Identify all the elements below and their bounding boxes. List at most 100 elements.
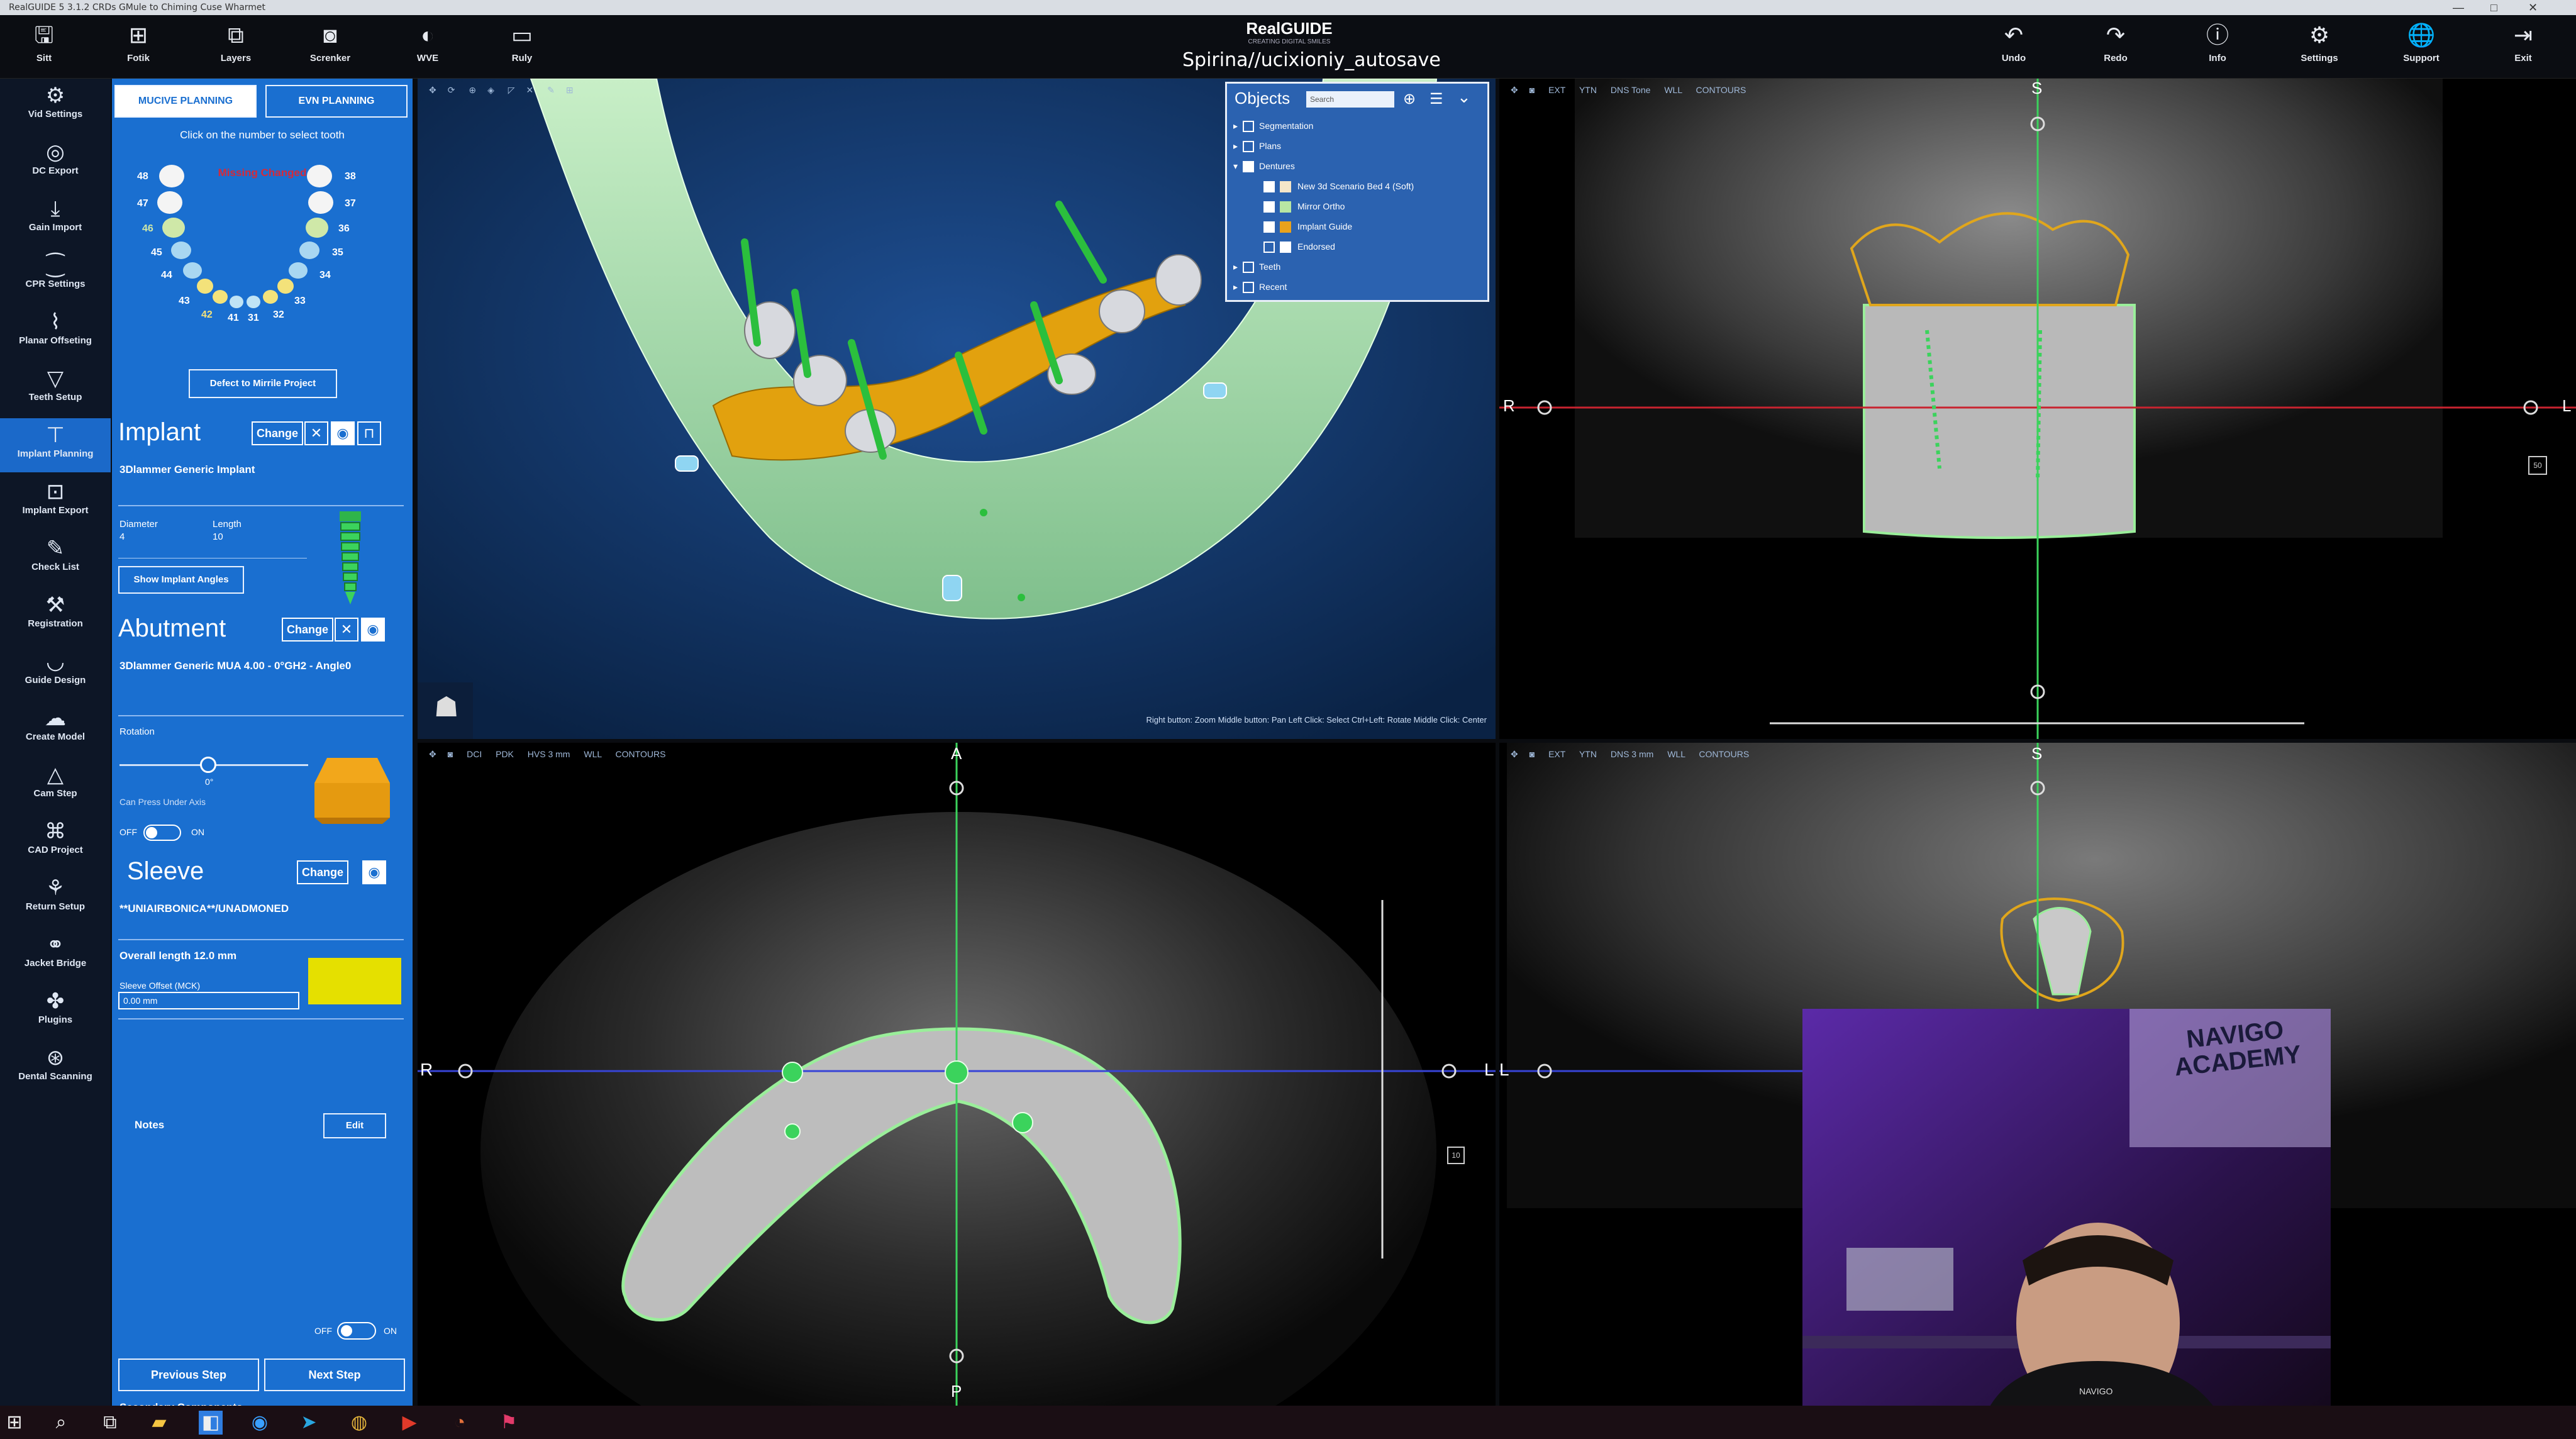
coronal-tool-wll[interactable]: WLL [1664, 85, 1682, 95]
sleeve-change-button[interactable]: Change [297, 860, 349, 884]
axial-tool-wll[interactable]: WLL [584, 749, 601, 759]
tooth-46[interactable] [162, 218, 185, 238]
axial-tool-dci[interactable]: DCI [467, 749, 482, 759]
toolbar-contrast-button[interactable]: ◐ WVE [390, 21, 465, 72]
cut-icon[interactable]: ✕ [526, 85, 534, 95]
notes-edit-button[interactable]: Edit [323, 1113, 386, 1138]
tooth-44[interactable] [183, 262, 202, 279]
target-icon[interactable]: ⊕ [1403, 90, 1416, 108]
tooth-48[interactable] [159, 165, 184, 187]
measure-icon[interactable]: ◸ [508, 85, 515, 95]
tooth-43[interactable] [197, 279, 213, 294]
toolbar-exit-button[interactable]: ⇥ Exit [2485, 21, 2561, 72]
objects-row-teeth[interactable]: ▸ Teeth [1233, 257, 1280, 276]
abutment-change-button[interactable]: Change [282, 618, 334, 642]
telegram-icon[interactable]: ➤ [297, 1411, 321, 1435]
sidebar-item-plugins[interactable]: ✤ Plugins [0, 984, 111, 1038]
coronal-tool-contours[interactable]: CONTOURS [1696, 85, 1746, 95]
objects-row-dentures[interactable]: ▾ Dentures [1233, 157, 1295, 175]
sidebar-item-vid-settings[interactable]: ⚙ Vid Settings [0, 79, 111, 133]
defect-to-mirror-project-button[interactable]: Defect to Mirrile Project [189, 369, 337, 398]
viewport-axial[interactable]: ✥ ◙ DCI PDK HVS 3 mm WLL CONTOURS A P R L… [418, 743, 1496, 1406]
toolbar-ruler-button[interactable]: ▭ Ruly [484, 21, 560, 72]
tab-evn-planning[interactable]: EVN PLANNING [265, 85, 408, 118]
tooth-33[interactable] [277, 279, 294, 294]
axial-scale-indicator[interactable]: 10 [1447, 1147, 1465, 1164]
sidebar-item-cam-step[interactable]: △ Cam Step [0, 758, 111, 812]
toolbar-redo-button[interactable]: ↷ Redo [2078, 21, 2153, 72]
tooth-38[interactable] [307, 165, 332, 187]
view-icon[interactable]: ◈ [487, 85, 494, 95]
close-button[interactable]: ✕ [2528, 0, 2538, 15]
toolbar-support-button[interactable]: 🌐 Support [2384, 21, 2459, 72]
tooth-34[interactable] [289, 262, 308, 279]
axial-ct-slice[interactable] [418, 743, 1496, 1406]
sidebar-item-implant-export[interactable]: ⊡ Implant Export [0, 475, 111, 529]
app-icon[interactable]: ◉ [248, 1411, 272, 1435]
toolbar-undo-button[interactable]: ↶ Undo [1976, 21, 2051, 72]
coronal-tool-ext[interactable]: EXT [1548, 85, 1565, 95]
sidebar-item-jacket-bridge[interactable]: ⚭ Jacket Bridge [0, 928, 111, 982]
coronal-camera-icon[interactable]: ◙ [1530, 85, 1535, 95]
objects-row-endorsed[interactable]: Endorsed [1258, 237, 1335, 256]
zoom-icon[interactable]: ⊕ [469, 85, 476, 95]
toolbar-info-button[interactable]: ⓘ Info [2180, 21, 2255, 72]
coronal-tool-ytn[interactable]: YTN [1579, 85, 1597, 95]
axial-move-icon[interactable]: ✥ [429, 749, 436, 759]
tooth-36[interactable] [306, 218, 328, 238]
sidebar-item-return-setup[interactable]: ⚘ Return Setup [0, 871, 111, 925]
sidebar-item-dental-scanning[interactable]: ⊛ Dental Scanning [0, 1041, 111, 1095]
coronal-scale-indicator[interactable]: 50 [2528, 456, 2547, 475]
firefox-icon[interactable]: ◔ [448, 1411, 472, 1435]
tooth-47[interactable] [157, 191, 182, 214]
coronal-move-icon[interactable]: ✥ [1511, 85, 1518, 95]
store-icon[interactable]: ◧ [199, 1411, 223, 1435]
implant-lock-button[interactable]: ⊓ [357, 421, 381, 445]
sidebar-item-planar-offseting[interactable]: ⌇ Planar Offseting [0, 305, 111, 359]
sidebar-item-implant-planning[interactable]: ⊤ Implant Planning [0, 418, 111, 472]
viewport-coronal[interactable]: ✥ ◙ EXT YTN DNS Tone WLL CONTOURS S R L 5… [1499, 79, 2576, 739]
axial-tool-contours[interactable]: CONTOURS [616, 749, 666, 759]
objects-search-input[interactable]: Search [1306, 91, 1394, 108]
minimize-button[interactable]: — [2453, 0, 2464, 15]
sidebar-item-gain-import[interactable]: ⤓ Gain Import [0, 192, 111, 246]
media-icon[interactable]: ▶ [397, 1411, 421, 1435]
rotate-axis-toggle[interactable] [143, 825, 181, 841]
tab-mucive-planning[interactable]: MUCIVE PLANNING [114, 85, 257, 118]
sidebar-item-teeth-setup[interactable]: ▽ Teeth Setup [0, 362, 111, 416]
objects-row-recent[interactable]: ▸ Recent [1233, 277, 1287, 296]
sagittal-move-icon[interactable]: ✥ [1511, 749, 1518, 759]
sagittal-tool-contours[interactable]: CONTOURS [1699, 749, 1749, 759]
maximize-button[interactable]: □ [2490, 0, 2497, 15]
sidebar-item-dc-export[interactable]: ◎ DC Export [0, 135, 111, 189]
chrome-icon[interactable]: ◍ [347, 1411, 371, 1435]
implant-change-button[interactable]: Change [252, 421, 304, 445]
move-icon[interactable]: ✥ [429, 85, 436, 95]
next-step-button[interactable]: Next Step [264, 1358, 405, 1391]
axial-tool-thickness[interactable]: HVS 3 mm [528, 749, 570, 759]
axial-tool-pdk[interactable]: PDK [496, 749, 514, 759]
toolbar-export-button[interactable]: ⊞ Fotik [101, 21, 176, 72]
list-icon[interactable]: ☰ [1430, 90, 1443, 108]
rotation-slider-handle[interactable] [200, 757, 216, 773]
tooth-35[interactable] [299, 242, 319, 259]
search-icon[interactable]: ⌕ [49, 1411, 73, 1435]
coronal-tool-thickness[interactable]: DNS Tone [1611, 85, 1651, 95]
sagittal-tool-wll[interactable]: WLL [1667, 749, 1685, 759]
tooth-42[interactable] [213, 290, 228, 304]
windows-icon[interactable]: ⊞ [3, 1411, 26, 1435]
sleeve-visibility-button[interactable]: ◉ [362, 860, 386, 884]
taskview-icon[interactable]: ⧉ [98, 1411, 122, 1435]
tooth-45[interactable] [171, 242, 191, 259]
objects-row-scenario[interactable]: New 3d Scenario Bed 4 (Soft) [1258, 177, 1414, 196]
tooth-32[interactable] [263, 290, 278, 304]
folder-icon[interactable]: ▰ [147, 1411, 171, 1435]
previous-step-button[interactable]: Previous Step [118, 1358, 259, 1391]
grid-icon[interactable]: ⊞ [566, 85, 574, 95]
implant-delete-button[interactable]: ✕ [304, 421, 328, 445]
sagittal-tool-ext[interactable]: EXT [1548, 749, 1565, 759]
sleeve-offset-input[interactable]: 0.00 mm [118, 992, 299, 1009]
sagittal-tool-ytn[interactable]: YTN [1579, 749, 1597, 759]
abutment-delete-button[interactable]: ✕ [335, 618, 358, 642]
flag-icon[interactable]: ⚑ [497, 1411, 521, 1435]
